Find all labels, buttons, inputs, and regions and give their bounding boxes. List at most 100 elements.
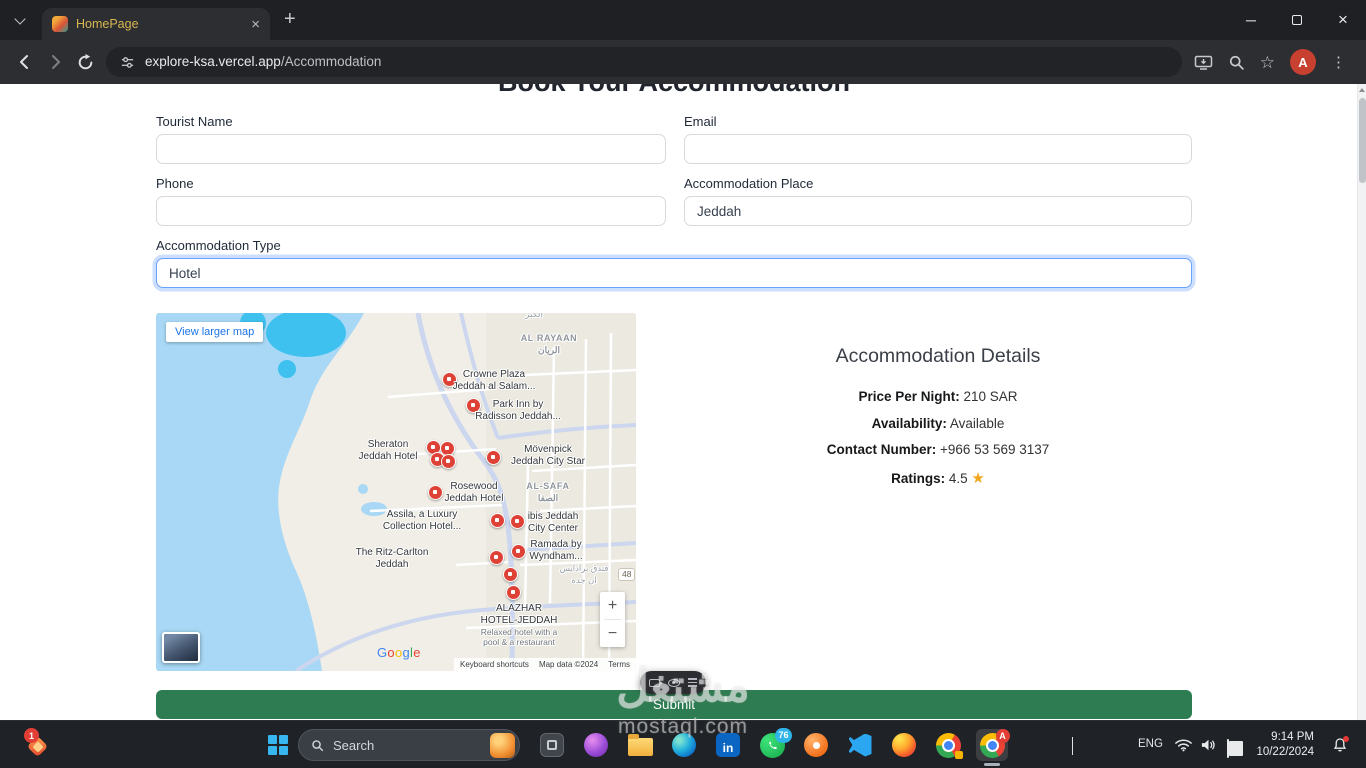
taskbar-app-firefox[interactable] [888,729,920,761]
active-app-indicator [984,763,1000,766]
menu-kebab-icon[interactable]: ⋮ [1331,55,1346,70]
tourist-name-input[interactable] [156,134,666,164]
terms-link[interactable]: Terms [608,660,630,669]
map-hotel-label[interactable]: Assila, a Luxury Collection Hotel... [383,509,461,532]
map-hotel-label[interactable]: Sheraton Jeddah Hotel [359,439,418,462]
taskbar-app-file-explorer[interactable] [624,729,656,761]
bookmark-star-icon[interactable]: ☆ [1260,54,1275,71]
tray-expand-button[interactable] [1072,737,1073,768]
window-maximize-button[interactable] [1274,0,1320,40]
accommodation-place-input[interactable] [684,196,1192,226]
hotel-map-pin[interactable] [503,567,518,582]
search-lens-icon[interactable] [1228,54,1245,71]
view-larger-map-link[interactable]: View larger map [166,322,264,342]
taskbar-app-whatsapp[interactable]: 76 [756,727,792,761]
forward-arrow-icon [52,55,60,69]
back-button[interactable] [10,47,40,77]
hotel-map-pin[interactable] [486,450,501,465]
submit-button[interactable]: Submit [156,690,1192,719]
accommodation-details: Accommodation Details Price Per Night: 2… [684,345,1192,498]
availability-line: Availability: Available [871,415,1005,431]
phone-input[interactable] [156,196,666,226]
volume-indicator[interactable] [1200,738,1217,768]
site-info-icon[interactable] [120,55,135,70]
taskbar-corner-notification[interactable]: 1 [22,728,52,760]
accommodation-type-input[interactable] [156,258,1192,288]
map-hotel-label[interactable]: Crowne Plaza Jeddah al Salam... [453,369,536,392]
forward-button[interactable] [40,47,70,77]
widget-menu-icon[interactable] [688,678,697,687]
start-button[interactable] [262,729,294,761]
phone-label: Phone [156,176,194,191]
email-input[interactable] [684,134,1192,164]
taskbar-app-chrome-active[interactable]: A [976,728,1010,766]
windows-logo-icon [268,735,288,755]
keyboard-shortcuts-link[interactable]: Keyboard shortcuts [460,660,529,669]
tab-close-icon[interactable]: × [251,17,260,32]
hotel-map-pin[interactable] [490,513,505,528]
speaker-icon [1201,739,1215,751]
ratings-line: Ratings: 4.5 ★ [891,469,985,487]
hotel-map-pin[interactable] [489,550,504,565]
window-minimize-button[interactable]: ─ [1228,0,1274,40]
widget-camera-icon[interactable] [649,678,663,687]
zoom-in-button[interactable]: + [600,592,625,619]
taskbar-app-edge[interactable] [668,729,700,761]
wifi-indicator[interactable] [1174,738,1193,768]
taskbar-app-linkedin[interactable]: in [712,729,744,761]
taskbar-app-vscode[interactable] [844,729,876,761]
zoom-out-button[interactable]: − [600,620,625,647]
taskbar-app-chrome[interactable] [932,729,964,761]
map-hotel-label[interactable]: Park Inn by Radisson Jeddah... [475,399,561,422]
map-hotel-label[interactable]: The Ritz-Carlton Jeddah [356,547,429,570]
scrollbar-thumb[interactable] [1359,98,1366,183]
reload-button[interactable] [70,47,100,77]
window-close-button[interactable]: × [1320,0,1366,40]
url-bar[interactable]: explore-ksa.vercel.app/Accommodation [106,47,1182,77]
taskbar-clock[interactable]: 9:14 PM 10/22/2024 [1248,730,1314,760]
screen: HomePage × + ─ × explore-ksa.vercel.app/… [0,0,1366,768]
profile-avatar[interactable]: A [1290,49,1316,75]
hotel-map-pin[interactable] [510,514,525,529]
hotel-map-pin[interactable] [428,485,443,500]
camera-app-icon [540,733,564,757]
battery-icon [1227,739,1229,758]
street-view-thumbnail[interactable] [162,632,200,663]
install-app-icon[interactable] [1194,54,1213,71]
tab-title: HomePage [76,17,139,31]
map-hotel-label-arabic: فندق برادايس ان جدة [559,563,609,585]
taskbar-search[interactable]: Search [298,729,520,761]
language-indicator[interactable]: ENG [1138,738,1163,768]
chevron-up-icon [1072,737,1073,755]
map-hotel-label[interactable]: ALAZHAR HOTEL-JEDDAH [481,603,558,626]
hotel-map-pin[interactable] [511,544,526,559]
accommodation-type-label: Accommodation Type [156,238,281,253]
map-attribution: Keyboard shortcuts Map data ©2024 Terms [454,658,636,671]
taskbar-app-photos[interactable] [580,729,612,761]
chrome-icon [935,732,963,759]
new-tab-button[interactable]: + [284,9,296,29]
notification-center[interactable] [1332,736,1349,768]
map-hotel-label[interactable]: Rosewood Jeddah Hotel [445,481,504,504]
wifi-icon [1175,739,1192,752]
browser-tab[interactable]: HomePage × [42,8,270,40]
toolbar-actions: ☆ A ⋮ [1194,49,1346,75]
google-logo[interactable]: Google [377,645,421,660]
taskbar-app-camera[interactable] [536,729,568,761]
map-hotel-label[interactable]: ibis Jeddah City Center [528,511,579,534]
map-hotel-label[interactable]: Mövenpick Jeddah City Star [511,444,585,467]
battery-indicator[interactable] [1227,739,1229,768]
scrollbar-up-arrow[interactable] [1358,84,1366,96]
hotel-map-pin[interactable] [441,454,456,469]
hotel-map-pin[interactable] [506,585,521,600]
back-arrow-icon [20,55,28,69]
search-highlight-image[interactable] [490,732,515,758]
widget-eye-icon[interactable] [668,678,680,687]
tab-search-button[interactable] [10,11,30,31]
map-hotel-label[interactable]: Ramada by Wyndham... [529,539,582,562]
google-map-embed[interactable]: الكبر AL RAYAAN الريان Crowne Plaza Jedd… [156,313,636,671]
clock-time: 9:14 PM [1271,731,1314,743]
taskbar-app-orange[interactable] [800,729,832,761]
page-title: Book Your Accommodation [156,84,1192,98]
vscode-icon [848,733,872,757]
